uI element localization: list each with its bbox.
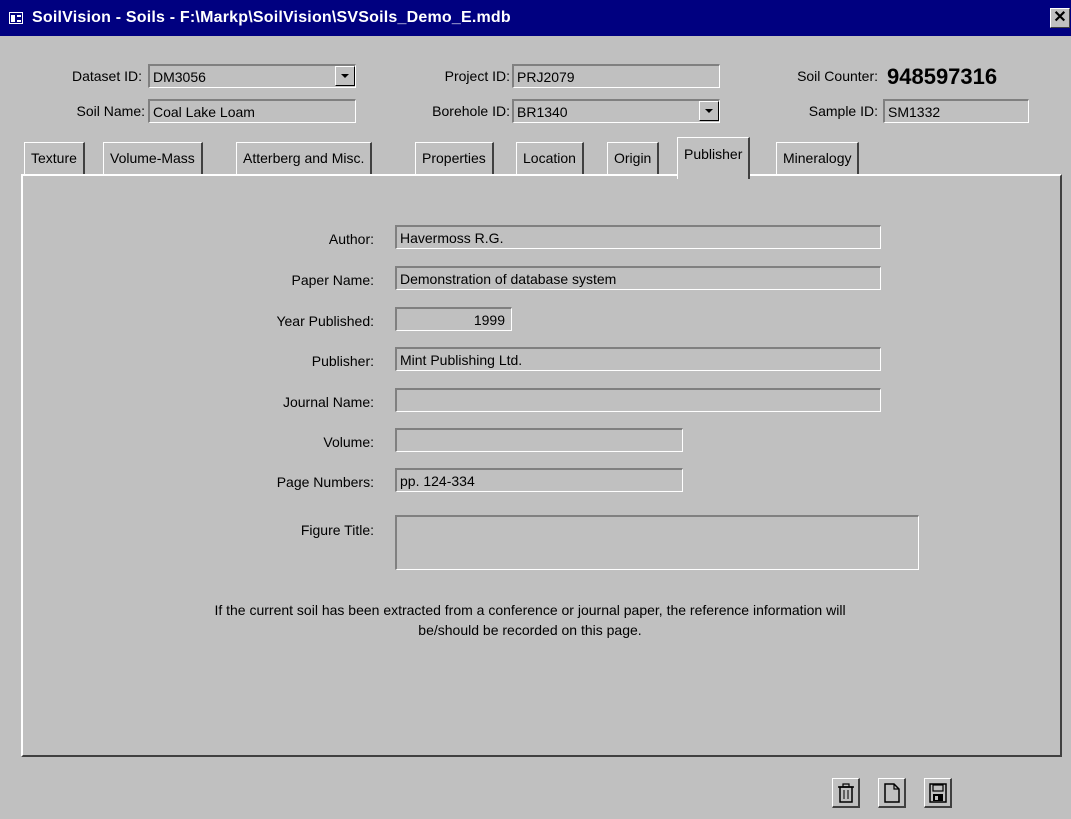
tab-properties[interactable]: Properties [415, 142, 494, 174]
title-bar: SoilVision - Soils - F:\Markp\SoilVision… [0, 0, 1071, 36]
dataset-id-combo[interactable]: DM3056 [148, 64, 356, 88]
save-icon [929, 783, 947, 803]
journal-name-field[interactable] [395, 388, 881, 412]
info-text: If the current soil has been extracted f… [100, 600, 960, 640]
author-field[interactable]: Havermoss R.G. [395, 225, 881, 249]
soil-counter-label: Soil Counter: [797, 68, 878, 84]
tab-atterberg[interactable]: Atterberg and Misc. [236, 142, 373, 174]
borehole-id-value: BR1340 [517, 104, 568, 120]
chevron-down-icon[interactable] [699, 101, 719, 121]
figure-title-label: Figure Title: [300, 522, 374, 538]
soil-counter-value: 948597316 [887, 64, 998, 89]
volume-field[interactable] [395, 428, 683, 452]
window-title: SoilVision - Soils - F:\Markp\SoilVision… [32, 9, 511, 26]
volume-label: Volume: [323, 434, 374, 450]
close-button[interactable]: ✕ [1050, 8, 1070, 28]
info-line-1: If the current soil has been extracted f… [214, 602, 846, 618]
tab-origin[interactable]: Origin [607, 142, 660, 174]
page-numbers-field[interactable]: pp. 124-334 [395, 468, 683, 492]
project-id-label: Project ID: [444, 68, 510, 84]
paper-name-label: Paper Name: [291, 272, 374, 288]
dataset-id-label: Dataset ID: [71, 68, 142, 84]
paper-name-field[interactable]: Demonstration of database system [395, 266, 881, 290]
chevron-down-icon[interactable] [335, 66, 355, 86]
publisher-panel [21, 174, 1062, 757]
tab-publisher[interactable]: Publisher [677, 137, 751, 179]
year-published-field[interactable]: 1999 [395, 307, 512, 331]
delete-record-button[interactable] [832, 778, 860, 808]
author-label: Author: [328, 231, 374, 247]
save-record-button[interactable] [924, 778, 952, 808]
tab-location[interactable]: Location [516, 142, 584, 174]
tab-mineralogy[interactable]: Mineralogy [776, 142, 860, 174]
info-line-2: be/should be recorded on this page. [418, 622, 642, 638]
soil-name-label: Soil Name: [76, 103, 145, 119]
publisher-label: Publisher: [311, 353, 374, 369]
sample-id-field[interactable]: SM1332 [883, 99, 1029, 123]
journal-name-label: Journal Name: [282, 394, 374, 410]
tab-texture[interactable]: Texture [24, 142, 85, 174]
sample-id-label: Sample ID: [808, 103, 878, 119]
form-icon [9, 12, 23, 24]
year-published-label: Year Published: [276, 313, 374, 329]
page-numbers-label: Page Numbers: [276, 474, 374, 490]
new-record-icon [884, 783, 900, 803]
trash-icon [838, 783, 854, 803]
dataset-id-value: DM3056 [153, 69, 206, 85]
publisher-field[interactable]: Mint Publishing Ltd. [395, 347, 881, 371]
new-record-button[interactable] [878, 778, 906, 808]
figure-title-field[interactable] [395, 515, 919, 570]
project-id-field[interactable]: PRJ2079 [512, 64, 720, 88]
tab-volume-mass[interactable]: Volume-Mass [103, 142, 203, 174]
soil-name-field[interactable]: Coal Lake Loam [148, 99, 356, 123]
borehole-id-combo[interactable]: BR1340 [512, 99, 720, 123]
borehole-id-label: Borehole ID: [432, 103, 510, 119]
